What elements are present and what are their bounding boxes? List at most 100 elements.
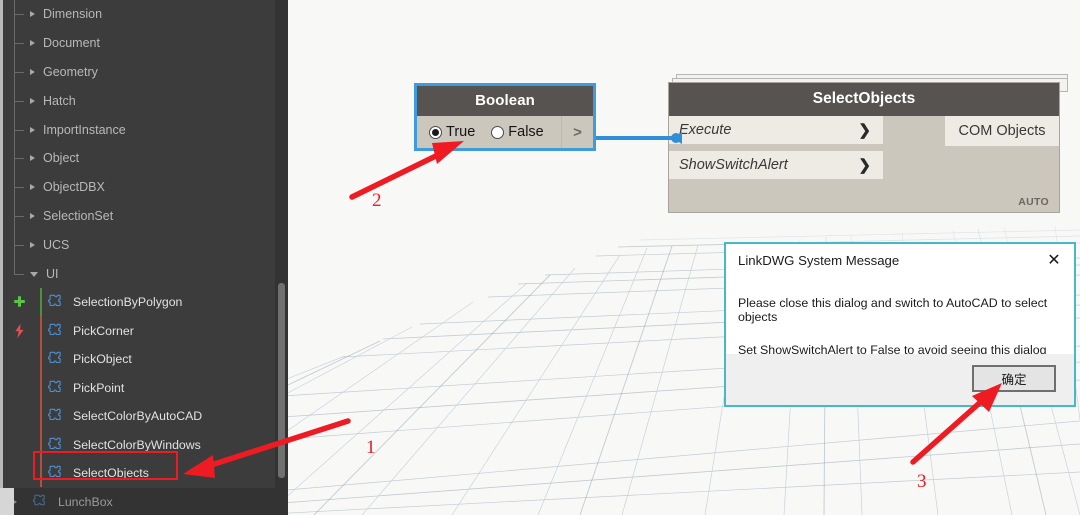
chevron-right-icon[interactable] [30,184,35,191]
library-node-pickpoint[interactable]: PickPoint [0,373,288,402]
tree-stem [14,14,24,16]
tree-stem [14,215,24,217]
chevron-right-icon[interactable] [30,241,35,248]
output-port-label: COM Objects [958,123,1046,139]
library-category-label: UCS [43,237,70,252]
library-node-selectcolorbyautocad[interactable]: SelectColorByAutoCAD [0,401,288,431]
library-scrollbar-thumb[interactable] [278,283,285,478]
updated-node-marker [8,316,30,345]
library-category-objectdbx[interactable]: ObjectDBX [0,172,288,202]
boolean-option-label: False [508,124,544,140]
library-category-ui[interactable]: UI [0,259,288,288]
chevron-right-icon[interactable] [30,212,35,219]
boolean-options: True False [417,116,561,148]
selectobjects-node[interactable]: SelectObjects Execute ❯ ShowSwitchAlert … [668,82,1060,213]
tree-stem [14,129,24,131]
chevron-right-icon[interactable] [30,97,35,104]
node-library-panel[interactable]: Dimension Document Geometry Hatch Import… [0,0,288,515]
boolean-radio-false[interactable]: False [491,124,544,140]
library-category-geometry[interactable]: Geometry [0,57,288,87]
chevron-down-icon[interactable] [30,272,38,278]
tree-stem [14,158,24,160]
library-category-document[interactable]: Document [0,28,288,58]
plus-icon [13,295,25,307]
library-node-selectionbypolygon[interactable]: SelectionByPolygon [0,287,288,317]
radio-unselected-icon[interactable] [491,125,505,139]
library-scroll-area[interactable]: Dimension Document Geometry Hatch Import… [0,0,288,488]
connector-wire[interactable] [586,128,682,148]
library-category-label: Document [43,36,100,51]
chevron-right-icon[interactable] [30,155,35,162]
library-category-selectionset[interactable]: SelectionSet [0,201,288,231]
screen-root: Dimension Document Geometry Hatch Import… [0,0,1080,515]
puzzle-piece-icon [48,294,61,307]
library-category-label: Hatch [43,93,76,108]
selectobjects-node-body: Execute ❯ ShowSwitchAlert ❯ COM Objects … [669,116,1059,212]
puzzle-piece-icon [48,408,61,421]
library-footer-label: LunchBox [58,494,113,509]
dialog-footer: 确定 [726,354,1074,405]
boolean-radio-true[interactable]: True [429,124,475,140]
chevron-right-icon[interactable] [30,126,35,133]
library-node-label: SelectColorByWindows [73,437,201,452]
input-port-label: ShowSwitchAlert [679,157,788,173]
dialog-titlebar[interactable]: LinkDWG System Message ✕ [726,244,1074,277]
lightning-icon [14,323,24,338]
library-node-label: PickObject [73,352,132,367]
puzzle-piece-icon [48,465,61,478]
dialog-message-line-1: Please close this dialog and switch to A… [738,296,1048,324]
puzzle-piece-icon [48,380,61,392]
tree-stem [14,273,24,275]
puzzle-piece-icon [48,351,61,364]
library-bottom-left-corner [0,488,14,515]
node-accent-bar [40,287,42,317]
boolean-node[interactable]: Boolean True False > [414,83,596,151]
node-accent-bar [40,430,42,459]
boolean-option-label: True [446,124,476,140]
node-accent-bar [40,458,42,488]
library-node-selectcolorbywindows[interactable]: SelectColorByWindows [0,430,288,459]
input-port-execute[interactable]: Execute ❯ [669,116,883,146]
ok-button[interactable]: 确定 [972,365,1056,392]
library-category-lunchbox[interactable]: LunchBox [0,488,288,515]
library-node-label: SelectColorByAutoCAD [73,409,203,424]
library-node-label: PickCorner [73,323,134,338]
puzzle-piece-icon [48,437,61,449]
boolean-output-port[interactable]: > [561,116,593,148]
dialog-body: Please close this dialog and switch to A… [726,277,1074,371]
run-mode-badge: AUTO [1018,196,1049,208]
puzzle-piece-icon [32,494,45,506]
tree-stem [14,244,24,246]
chevron-right-icon[interactable]: ❯ [858,121,883,139]
tree-stem [14,187,24,189]
chevron-right-icon[interactable] [30,40,35,47]
new-node-marker [8,288,30,317]
library-category-label: SelectionSet [43,208,114,223]
chevron-right-icon[interactable]: ❯ [858,156,883,174]
library-node-pickobject[interactable]: PickObject [0,344,288,374]
boolean-node-title: Boolean [417,86,593,116]
library-left-edge [0,0,3,515]
tree-stem [14,100,24,102]
radio-selected-icon[interactable] [429,125,442,139]
chevron-right-icon[interactable] [30,68,35,75]
library-category-object[interactable]: Object [0,143,288,173]
output-port-com-objects[interactable]: COM Objects [945,116,1059,146]
library-category-dimension[interactable]: Dimension [0,0,288,29]
chevron-right-icon[interactable] [30,11,35,18]
node-accent-bar [40,373,42,402]
puzzle-piece-icon [48,323,61,335]
library-category-label: ObjectDBX [43,180,105,195]
library-category-ucs[interactable]: UCS [0,230,288,260]
boolean-node-body: True False > [417,116,593,148]
library-category-label: Object [43,151,80,166]
library-node-pickcorner[interactable]: PickCorner [0,316,288,345]
input-port-showswitchalert[interactable]: ShowSwitchAlert ❯ [669,151,883,181]
library-category-importinstance[interactable]: ImportInstance [0,115,288,144]
node-accent-bar [40,316,42,345]
library-category-hatch[interactable]: Hatch [0,86,288,116]
dialog-title: LinkDWG System Message [738,253,900,268]
linkdwg-system-message-dialog[interactable]: LinkDWG System Message ✕ Please close th… [724,242,1076,407]
close-icon[interactable]: ✕ [1034,244,1074,275]
library-node-selectobjects[interactable]: SelectObjects [0,458,288,488]
